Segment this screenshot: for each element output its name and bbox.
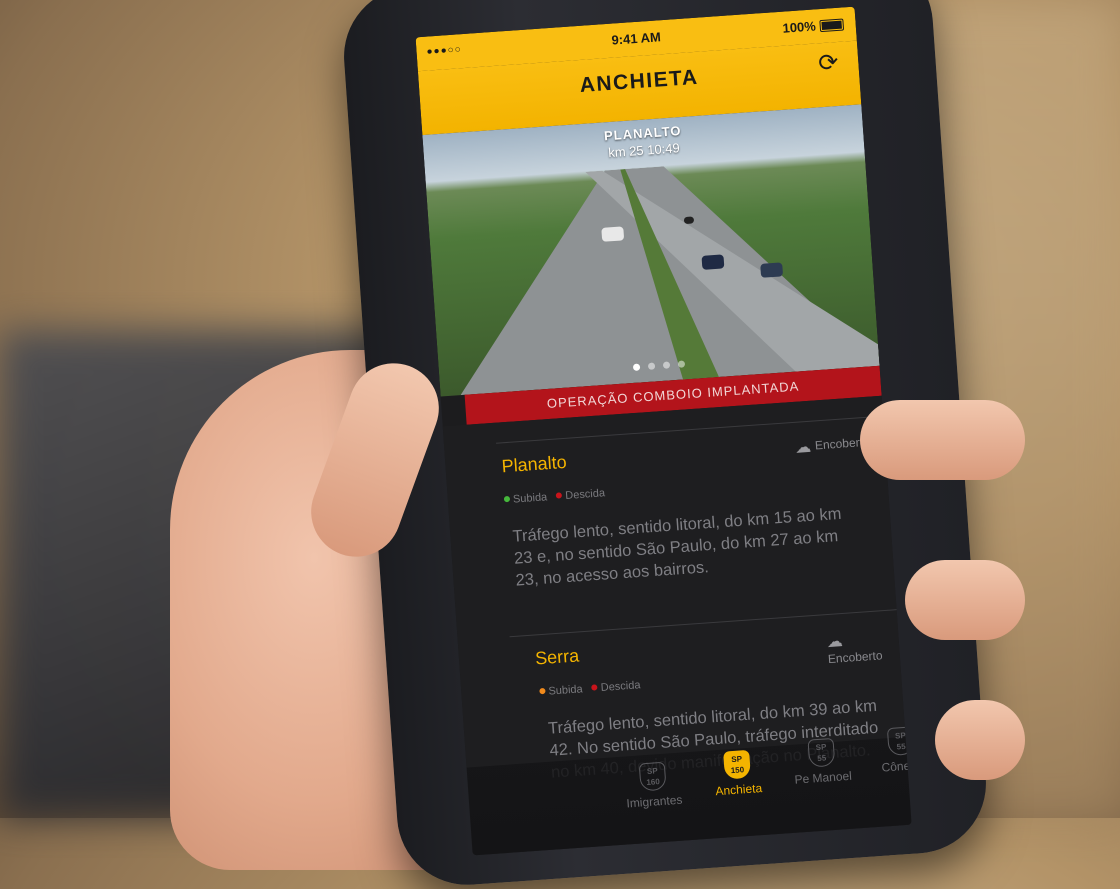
carousel-dot[interactable] bbox=[647, 362, 656, 370]
tab-anchieta[interactable]: SP 150 Anchieta bbox=[696, 748, 779, 799]
weather-serra: ☁Encoberto bbox=[826, 627, 900, 666]
tab-label: Imigrantes bbox=[625, 792, 683, 811]
highway-shield-icon: SP 150 bbox=[723, 749, 752, 780]
legend-label: Descida bbox=[600, 679, 641, 694]
tab-label: Cônego bbox=[881, 757, 912, 775]
cloud-icon: ☁ bbox=[826, 633, 844, 652]
finger bbox=[905, 560, 1025, 640]
finger bbox=[860, 400, 1025, 480]
camera-carousel[interactable]: PLANALTO km 25 10:49 bbox=[422, 104, 880, 397]
legend-label: Subida bbox=[512, 491, 548, 506]
refresh-icon[interactable]: ⟳ bbox=[815, 48, 841, 77]
battery-percent: 100% bbox=[782, 18, 817, 36]
tab-pe-manoel[interactable]: SP 55 Pe Manoel bbox=[781, 736, 864, 787]
legend-planalto: Subida Descida bbox=[503, 487, 606, 506]
highway-shield-icon: SP 55 bbox=[807, 737, 836, 768]
car-image bbox=[601, 226, 625, 242]
carousel-dot[interactable] bbox=[662, 361, 671, 369]
tab-conego[interactable]: SP 55 Cônego bbox=[860, 724, 912, 775]
section-title-planalto: Planalto bbox=[500, 451, 568, 477]
cloud-icon: ☁ bbox=[794, 438, 812, 457]
status-dot-green bbox=[503, 495, 511, 503]
car-image bbox=[701, 254, 725, 270]
status-dot-red bbox=[556, 492, 563, 499]
legend-label: Subida bbox=[548, 683, 584, 698]
weather-label: Encoberto bbox=[827, 648, 883, 667]
weather-planalto: ☁ Encoberto bbox=[794, 433, 870, 458]
section-description-planalto: Tráfego lento, sentido litoral, do km 15… bbox=[511, 504, 842, 590]
tab-label: Pe Manoel bbox=[794, 768, 853, 787]
battery-icon bbox=[819, 18, 845, 33]
carousel-dot[interactable] bbox=[632, 363, 641, 371]
status-dot-orange bbox=[539, 687, 546, 695]
phone-screen: ●●●○○ 9:41 AM 100% ANCHIETA ⟳ PLANALTO k… bbox=[415, 6, 912, 856]
legend-label: Descida bbox=[564, 487, 606, 502]
legend-serra: Subida Descida bbox=[539, 679, 641, 698]
section-title-serra: Serra bbox=[534, 645, 580, 669]
car-image bbox=[760, 262, 784, 278]
tab-imigrantes[interactable]: SP 160 Imigrantes bbox=[612, 760, 695, 811]
car-image bbox=[683, 216, 695, 225]
finger bbox=[935, 700, 1025, 780]
highway-shield-icon: SP 160 bbox=[638, 761, 667, 792]
status-dot-red bbox=[591, 684, 598, 691]
tab-label: Anchieta bbox=[715, 781, 763, 799]
carousel-dot[interactable] bbox=[677, 360, 686, 368]
